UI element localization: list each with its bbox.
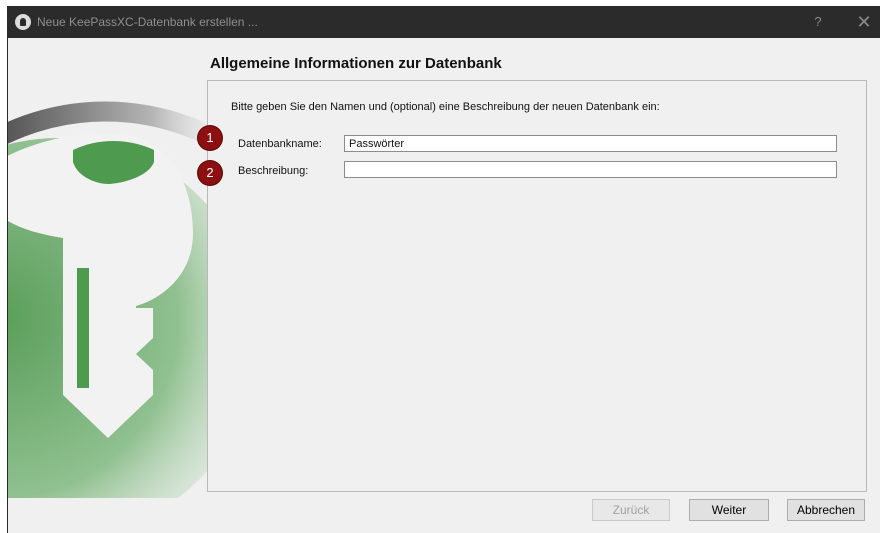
- title-bar: Neue KeePassXC-Datenbank erstellen ... ?…: [8, 6, 880, 38]
- new-database-dialog: Neue KeePassXC-Datenbank erstellen ... ?…: [7, 6, 880, 533]
- description-input[interactable]: [344, 161, 837, 178]
- database-name-label: Datenbankname:: [238, 138, 322, 150]
- close-button[interactable]: ✕: [851, 12, 877, 33]
- annotation-badge-2: 2: [198, 161, 222, 185]
- help-button[interactable]: ?: [808, 14, 828, 29]
- back-button[interactable]: Zurück: [592, 499, 670, 521]
- annotation-badge-1: 1: [198, 126, 222, 150]
- page-title: Allgemeine Informationen zur Datenbank: [210, 55, 502, 72]
- general-info-panel: Bitte geben Sie den Namen und (optional)…: [207, 80, 867, 492]
- next-button[interactable]: Weiter: [689, 499, 769, 521]
- keepassxc-app-icon: [15, 14, 31, 30]
- instructions-text: Bitte geben Sie den Namen und (optional)…: [231, 101, 660, 113]
- description-label: Beschreibung:: [238, 165, 309, 177]
- database-name-input[interactable]: [344, 135, 837, 152]
- cancel-button[interactable]: Abbrechen: [787, 499, 865, 521]
- window-title: Neue KeePassXC-Datenbank erstellen ...: [37, 15, 258, 29]
